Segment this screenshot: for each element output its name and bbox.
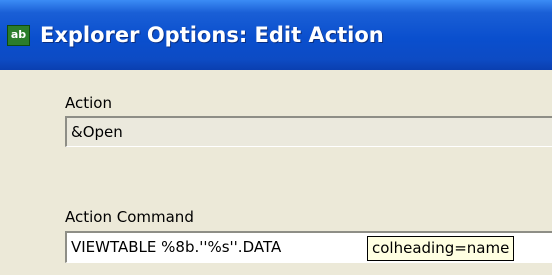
tooltip: colheading=name (367, 236, 515, 261)
app-icon: ab (7, 25, 30, 46)
action-label: Action (65, 94, 112, 112)
title-bar[interactable]: ab Explorer Options: Edit Action (0, 0, 552, 70)
action-command-label: Action Command (65, 208, 194, 226)
window-title: Explorer Options: Edit Action (40, 23, 384, 47)
action-field[interactable]: &Open (65, 116, 552, 147)
